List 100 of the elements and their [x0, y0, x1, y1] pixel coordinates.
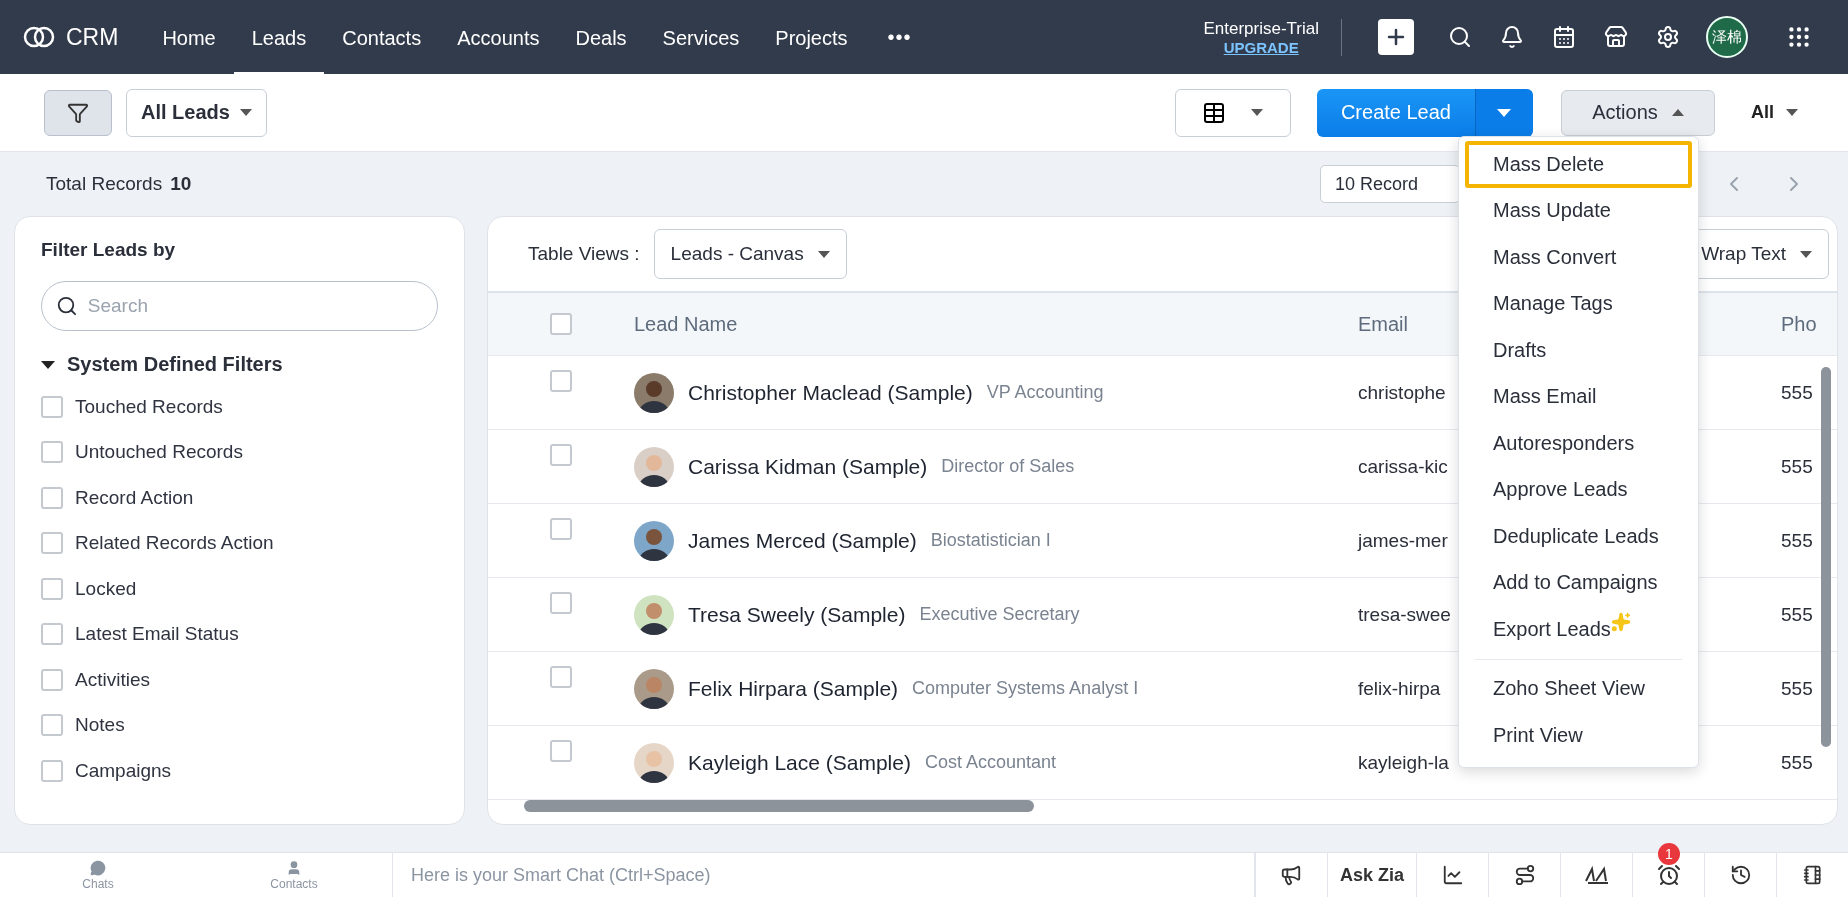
filter-label: Latest Email Status [75, 623, 239, 646]
actions-button[interactable]: Actions [1561, 89, 1715, 136]
checkbox[interactable] [41, 532, 63, 555]
create-lead-button[interactable]: Create Lead [1316, 88, 1475, 137]
calendar-icon[interactable] [1552, 25, 1576, 49]
menu-item[interactable]: Zoho Sheet View [1465, 665, 1692, 712]
filter-label: Campaigns [75, 759, 172, 782]
nav-tab[interactable]: Deals [557, 0, 645, 75]
menu-item[interactable]: Manage Tags [1465, 280, 1692, 327]
row-checkbox[interactable] [550, 444, 572, 466]
row-checkbox[interactable] [550, 592, 572, 614]
lead-title: Cost Accountant [924, 752, 1057, 773]
row-checkbox[interactable] [550, 370, 572, 392]
email-cell: tresa-swee [1358, 603, 1451, 626]
checkbox[interactable] [41, 441, 63, 464]
table-icon [1202, 100, 1227, 125]
menu-item[interactable]: Mass Email [1465, 373, 1692, 420]
chat-bubble-icon [90, 859, 106, 876]
menu-item[interactable]: Print View [1465, 712, 1692, 759]
logo-icon [22, 24, 56, 50]
brand-name: CRM [66, 23, 119, 51]
select-all-checkbox[interactable] [550, 313, 572, 335]
menu-item[interactable]: Add to Campaigns [1465, 559, 1692, 606]
phone-cell: 555 [1781, 381, 1813, 404]
nav-tab[interactable]: Home [144, 0, 234, 75]
nav-tab[interactable]: Services [644, 0, 758, 75]
lead-name-link[interactable]: Kayleigh Lace (Sample) [688, 750, 911, 775]
lead-name-link[interactable]: Felix Hirpara (Sample) [688, 676, 899, 701]
alarm-clock-icon [1656, 863, 1681, 887]
email-cell: christophe [1358, 381, 1446, 404]
filter-label: Record Action [75, 486, 194, 509]
collapse-triangle-icon[interactable] [41, 360, 55, 369]
menu-item[interactable]: Export Leads [1465, 606, 1692, 653]
view-dropdown[interactable]: All Leads [126, 88, 267, 137]
add-button[interactable] [1378, 19, 1414, 55]
search-icon [56, 295, 78, 317]
filter-label: Untouched Records [75, 441, 243, 464]
bell-icon[interactable] [1500, 25, 1524, 49]
lead-name-link[interactable]: Carissa Kidman (Sample) [688, 454, 928, 479]
menu-item[interactable]: Approve Leads [1465, 466, 1692, 513]
filter-label: Activities [75, 668, 150, 691]
menu-item[interactable]: Deduplicate Leads [1465, 513, 1692, 560]
menu-item[interactable]: Mass Delete [1465, 141, 1692, 188]
email-cell: carissa-kic [1358, 455, 1448, 478]
filter-label: Related Records Action [75, 532, 274, 555]
section-heading: System Defined Filters [67, 353, 283, 376]
filter-label: Locked [75, 577, 137, 600]
nav-tab[interactable]: Accounts [439, 0, 558, 75]
phone-cell: 555 [1781, 603, 1813, 626]
table-view-dropdown[interactable]: Leads - Canvas [653, 229, 847, 279]
row-checkbox[interactable] [550, 666, 572, 688]
more-button[interactable]: ••• [887, 25, 912, 49]
create-options-button[interactable] [1475, 88, 1533, 137]
nav-tab[interactable]: Projects [757, 0, 866, 75]
filter-label: Touched Records [75, 395, 223, 418]
email-cell: james-mer [1358, 529, 1448, 552]
phone-cell: 555 [1781, 751, 1813, 774]
total-records-count: 10 [170, 173, 192, 195]
lead-title: VP Accounting [986, 382, 1104, 403]
search-icon[interactable] [1448, 25, 1472, 49]
row-checkbox[interactable] [550, 518, 572, 540]
checkbox[interactable] [41, 577, 63, 600]
phone-cell: 555 [1781, 529, 1813, 552]
row-checkbox[interactable] [550, 740, 572, 762]
phone-cell: 555 [1781, 455, 1813, 478]
store-icon[interactable] [1604, 25, 1628, 49]
filter-search-field[interactable]: Search [41, 281, 438, 331]
horizontal-scrollbar[interactable] [524, 800, 1034, 812]
checkbox[interactable] [41, 668, 63, 691]
nav-tab[interactable]: Contacts [324, 0, 440, 75]
records-per-page-dropdown[interactable]: 10 Record [1320, 165, 1460, 203]
user-avatar[interactable]: 泽棉 [1706, 16, 1748, 58]
lead-name-link[interactable]: James Merced (Sample) [688, 528, 917, 553]
lead-name-link[interactable]: Tresa Sweely (Sample) [688, 602, 906, 627]
smart-chat-field[interactable]: Here is your Smart Chat (Ctrl+Space) [392, 853, 1255, 897]
menu-item[interactable]: Drafts [1465, 327, 1692, 374]
checkbox[interactable] [41, 486, 63, 509]
column-header[interactable]: Lead Name [634, 312, 1358, 336]
plan-label: Enterprise-Trial [1203, 18, 1319, 39]
checkbox[interactable] [41, 714, 63, 737]
vertical-scrollbar[interactable] [1821, 367, 1831, 747]
column-header[interactable]: Pho [1781, 312, 1817, 336]
person-icon [286, 859, 302, 876]
checkbox[interactable] [41, 395, 63, 418]
apps-grid-icon[interactable] [1786, 24, 1812, 50]
phone-cell: 555 [1781, 677, 1813, 700]
checkbox[interactable] [41, 759, 63, 782]
lead-title: Executive Secretary [919, 604, 1080, 625]
lead-name-link[interactable]: Christopher Maclead (Sample) [688, 380, 973, 405]
filter-button[interactable] [44, 89, 112, 136]
lead-title: Computer Systems Analyst I [912, 678, 1139, 699]
upgrade-link[interactable]: UPGRADE [1223, 38, 1299, 56]
layout-dropdown[interactable] [1174, 88, 1291, 137]
menu-item[interactable]: Autoresponders [1465, 420, 1692, 467]
lead-title: Director of Sales [941, 456, 1075, 477]
checkbox[interactable] [41, 623, 63, 646]
email-cell: kayleigh-la [1358, 751, 1449, 774]
caret-icon [1251, 109, 1264, 116]
scope-dropdown[interactable]: All [1745, 101, 1804, 124]
settings-icon[interactable] [1656, 25, 1680, 49]
